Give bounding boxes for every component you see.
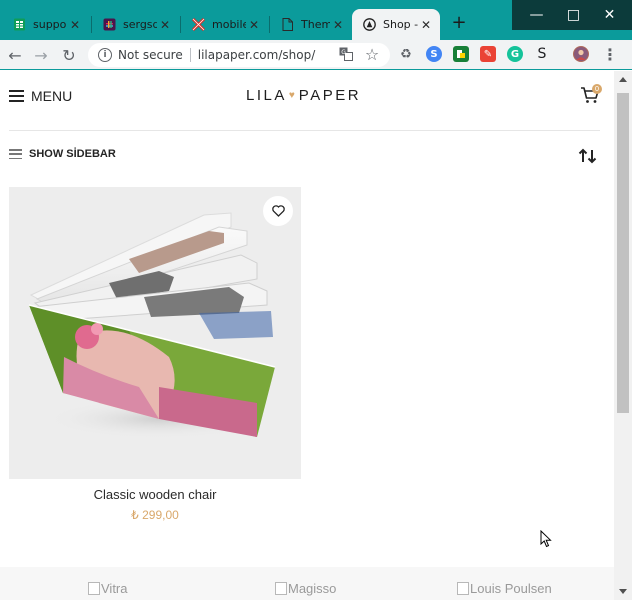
profile-avatar-icon[interactable] [573,46,589,62]
product-name[interactable]: Classic wooden chair [9,487,301,502]
broken-image-icon [457,582,469,595]
close-tab-icon[interactable]: ✕ [157,18,173,32]
menu-label: MENU [31,88,73,104]
scroll-down-icon[interactable] [619,589,627,594]
recycle-icon[interactable]: ♻ [398,46,414,62]
heart-outline-icon [271,205,285,217]
url-text[interactable]: lilapaper.com/shop/ [198,48,316,62]
new-tab-button[interactable]: + [450,13,468,33]
broken-image-icon [88,582,100,595]
page-content: MENU LILA ♥ PAPER 0 SHOW SİDEBAR Classic… [0,71,614,600]
close-tab-icon[interactable]: ✕ [246,18,262,32]
product-card[interactable]: Classic wooden chair ₺ 299,00 [9,187,301,527]
sheets-icon [12,18,26,32]
mouse-cursor-icon [540,530,552,548]
photo-album-image [28,212,276,439]
close-tab-icon[interactable]: ✕ [67,18,83,32]
brand-vitra[interactable]: Vitra [88,581,128,596]
show-sidebar-label: SHOW SİDEBAR [29,148,116,160]
wishlist-button[interactable] [263,196,293,226]
brand-louis-poulsen[interactable]: Louis Poulsen [457,581,552,596]
heart-icon: ♥ [288,90,295,101]
cart-count-badge: 0 [592,84,602,94]
brand-label: Louis Poulsen [470,581,552,596]
bookmark-star-icon[interactable]: ☆ [361,43,383,65]
site-logo[interactable]: LILA ♥ PAPER [246,87,361,104]
hamburger-icon [9,90,24,102]
logo-text-left: LILA [246,87,287,104]
tab-title: mobile [212,18,246,31]
tab-strip: — □ ✕ suppor ✕ sergsd ✕ mobile ✕ Theme ✕ [0,0,632,40]
x-logo-icon [191,18,205,32]
page-scrollbar[interactable] [614,71,632,600]
document-icon [280,18,294,32]
close-window-icon[interactable]: ✕ [587,0,632,30]
grammarly-icon[interactable]: G [507,46,523,62]
extension-green-icon[interactable] [453,46,469,62]
close-tab-icon[interactable]: ✕ [418,18,434,32]
tab-sergsd[interactable]: sergsd ✕ [92,9,179,40]
scroll-up-icon[interactable] [619,77,627,82]
scrollbar-thumb[interactable] [617,93,629,413]
product-image[interactable] [9,187,301,479]
tab-title: Shop - [383,18,418,31]
security-label: Not secure [118,48,183,62]
show-sidebar-button[interactable]: SHOW SİDEBAR [9,148,116,160]
tab-title: sergsd [123,18,157,31]
extension-red-icon[interactable]: ✎ [480,46,496,62]
logo-text-right: PAPER [298,87,362,104]
menu-button[interactable]: MENU [9,88,72,104]
slack-icon [102,18,116,32]
extension-s-icon[interactable]: S [534,46,550,62]
tab-title: suppor [33,18,67,31]
back-arrow-icon[interactable]: ← [4,44,26,66]
tab-suppor[interactable]: suppor ✕ [2,9,89,40]
brand-label: Vitra [101,581,128,596]
header-divider [9,130,600,131]
tab-shop[interactable]: Shop - ✕ [352,9,440,40]
tab-title: Theme [301,18,330,31]
brands-strip: Vitra Magisso Louis Poulsen [0,567,614,600]
tab-theme[interactable]: Theme ✕ [270,9,352,40]
broken-image-icon [275,582,287,595]
info-icon[interactable]: i [98,48,112,62]
tab-mobile[interactable]: mobile ✕ [181,9,268,40]
reload-icon[interactable]: ↻ [58,44,80,66]
brand-magisso[interactable]: Magisso [275,581,336,596]
skype-icon[interactable]: S [426,46,442,62]
site-icon [362,18,376,32]
product-price: ₺ 299,00 [131,508,179,522]
svg-text:G: G [341,49,346,56]
close-tab-icon[interactable]: ✕ [330,18,346,32]
chrome-menu-icon[interactable]: ⋮ [599,43,621,65]
omnibox-separator [189,48,191,62]
brand-label: Magisso [288,581,337,596]
sort-icon[interactable] [578,148,598,164]
sidebar-toggle-icon [9,149,22,159]
forward-arrow-icon[interactable]: → [30,44,52,66]
translate-icon[interactable]: G [335,43,357,65]
